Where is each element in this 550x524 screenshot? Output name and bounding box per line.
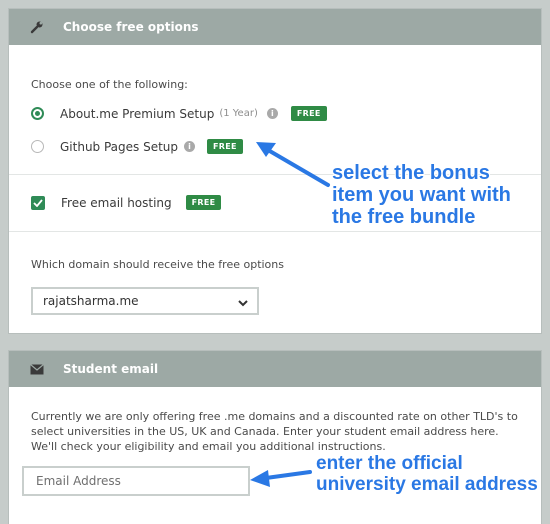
annotation-email: enter the official university email addr… <box>316 453 538 495</box>
envelope-icon <box>29 361 45 377</box>
free-options-header: Choose free options <box>9 9 541 45</box>
checkbox-email-hosting[interactable] <box>31 195 45 210</box>
student-email-header: Student email <box>9 351 541 387</box>
wrench-icon <box>29 19 45 35</box>
option-free-email-hosting[interactable]: Free email hosting FREE <box>31 195 222 210</box>
free-badge: FREE <box>290 106 327 121</box>
choose-prompt: Choose one of the following: <box>31 78 188 91</box>
radio-github-pages[interactable] <box>31 140 44 153</box>
student-email-card: Student email Currently we are only offe… <box>8 350 542 524</box>
option-github-label: Github Pages Setup <box>60 139 179 154</box>
email-hosting-label: Free email hosting <box>61 195 172 210</box>
info-icon[interactable]: i <box>184 141 196 152</box>
annotation-bonus: select the bonus item you want with the … <box>332 162 511 228</box>
free-options-title: Choose free options <box>63 20 199 34</box>
email-address-input[interactable] <box>22 466 250 496</box>
student-email-description: Currently we are only offering free .me … <box>31 410 518 453</box>
chevron-down-icon <box>238 296 248 310</box>
option-about-me-premium[interactable]: About.me Premium Setup (1 Year) i FREE <box>31 106 327 121</box>
checkmark-icon <box>33 198 43 207</box>
option-about-me-label: About.me Premium Setup <box>60 106 215 121</box>
radio-about-me-premium[interactable] <box>31 107 44 120</box>
divider <box>9 231 541 232</box>
domain-select-value: rajatsharma.me <box>43 294 139 308</box>
option-about-me-note: (1 Year) <box>219 108 258 119</box>
student-email-title: Student email <box>63 362 159 376</box>
option-github-pages[interactable]: Github Pages Setup i FREE <box>31 139 243 154</box>
info-icon[interactable]: i <box>266 108 278 119</box>
domain-select[interactable]: rajatsharma.me <box>31 287 259 315</box>
free-badge: FREE <box>207 139 243 154</box>
domain-question: Which domain should receive the free opt… <box>31 258 284 271</box>
free-badge: FREE <box>185 195 222 210</box>
